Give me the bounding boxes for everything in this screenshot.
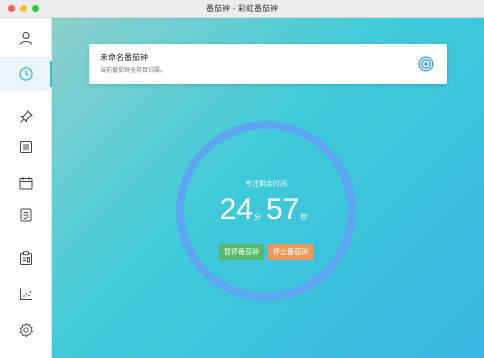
- app-window: 番茄钟 - 彩虹番茄钟 未命名番茄钟 当前番茄钟无项目归属。 专注剩余时间 24…: [0, 0, 484, 358]
- sidebar-item-timer[interactable]: [0, 57, 52, 91]
- sidebar-item-stats[interactable]: [0, 277, 52, 311]
- chart-icon: [20, 288, 32, 300]
- task-card[interactable]: 未命名番茄钟 当前番茄钟无项目归属。: [89, 44, 447, 84]
- sidebar-item-calendar[interactable]: [0, 166, 52, 200]
- task-name: 未命名番茄钟: [100, 53, 148, 62]
- timer-seconds: 57: [266, 193, 300, 226]
- sidebar-item-list[interactable]: [0, 130, 52, 164]
- list-icon: [20, 141, 32, 153]
- window-title: 番茄钟 - 彩虹番茄钟: [206, 4, 278, 13]
- sidebar-item-pin[interactable]: [0, 100, 52, 134]
- notes-icon: [20, 208, 32, 222]
- timer-readout: 24分 57秒: [176, 193, 356, 227]
- timer-minutes-unit: 分: [254, 213, 261, 221]
- timer-label: 专注剩余时间: [245, 180, 287, 188]
- stop-button[interactable]: 停止番茄钟: [268, 244, 313, 260]
- sidebar-item-clipboard[interactable]: [0, 241, 52, 275]
- clipboard-icon: [20, 251, 32, 265]
- sidebar-item-profile[interactable]: [0, 21, 52, 55]
- timer-seconds-unit: 秒: [300, 213, 308, 221]
- timer-actions: 暂停番茄钟 停止番茄钟: [176, 244, 356, 260]
- sidebar-item-settings[interactable]: [0, 313, 52, 347]
- task-subtitle: 当前番茄钟无项目归属。: [100, 67, 167, 74]
- pin-icon: [20, 110, 33, 123]
- pause-button[interactable]: 暂停番茄钟: [219, 244, 264, 260]
- sidebar: [0, 18, 52, 358]
- title-bar: 番茄钟 - 彩虹番茄钟: [0, 0, 484, 18]
- gear-icon: [19, 322, 34, 338]
- sidebar-item-notes[interactable]: [0, 198, 52, 232]
- person-icon: [19, 31, 33, 45]
- timer-minutes: 24: [219, 193, 253, 226]
- timer-panel: 未命名番茄钟 当前番茄钟无项目归属。 专注剩余时间 24分 57秒 暂停番茄钟 停…: [52, 18, 484, 358]
- target-icon[interactable]: [418, 56, 434, 72]
- clock-icon: [19, 67, 33, 81]
- calendar-icon: [19, 177, 33, 190]
